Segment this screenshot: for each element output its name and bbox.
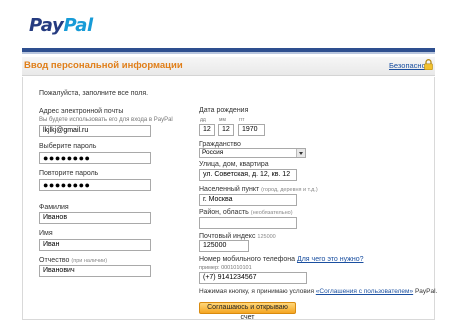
agreement-text-after: PayPal. <box>414 288 438 295</box>
logo-part-pal: Pal <box>63 15 93 36</box>
city-field[interactable]: г. Москва <box>199 194 297 206</box>
first-name-label: Имя <box>39 230 53 237</box>
birth-date-label: Дата рождения <box>199 107 249 114</box>
phone-example: пример: 0001010101 <box>199 265 252 271</box>
birth-year-field[interactable]: 1970 <box>238 124 265 136</box>
phone-label: Номер мобильного телефона Для чего это н… <box>199 256 363 263</box>
intro-text: Пожалуйста, заполните все поля. <box>39 90 149 97</box>
city-hint: (город, деревня и т.д.) <box>261 187 318 193</box>
citizenship-select[interactable]: Россия <box>199 148 306 158</box>
user-agreement-link[interactable]: «Соглашения с пользователем» <box>316 288 413 295</box>
middle-name-field[interactable]: Иванович <box>39 265 151 277</box>
chevron-down-icon <box>296 149 305 157</box>
phone-why-link[interactable]: Для чего это нужно? <box>297 256 364 263</box>
email-field[interactable]: lkjlkj@gmail.ru <box>39 125 151 137</box>
email-hint: Вы будете использовать его для входа в P… <box>39 117 173 123</box>
region-label: Район, область (необязательно) <box>199 209 293 216</box>
secure-link[interactable]: Безопасно <box>389 61 426 70</box>
agree-and-open-account-button[interactable]: Соглашаюсь и открываю счет <box>199 302 296 320</box>
page-title: Ввод персональной информации <box>24 60 183 71</box>
password-field[interactable]: ●●●●●●●● <box>39 152 151 164</box>
postal-label: Почтовый индекс 125000 <box>199 233 276 240</box>
postal-label-text: Почтовый индекс <box>199 233 256 240</box>
region-hint: (необязательно) <box>250 210 293 216</box>
last-name-field[interactable]: Иванов <box>39 212 151 224</box>
email-label: Адрес электронной почты <box>39 108 124 115</box>
agreement-text: Нажимая кнопку, я принимаю условия «Согл… <box>199 288 437 295</box>
paypal-logo: PayPal <box>29 15 93 36</box>
postal-hint: 125000 <box>257 234 276 240</box>
postal-field[interactable]: 125000 <box>199 240 249 252</box>
city-label-text: Населенный пункт <box>199 186 260 193</box>
region-field[interactable] <box>199 217 297 229</box>
password-label: Выберите пароль <box>39 143 97 150</box>
middle-name-label-text: Отчество <box>39 257 70 264</box>
birth-day-caption: дд <box>200 117 206 123</box>
phone-field[interactable]: (+7) 9141234567 <box>199 272 307 284</box>
middle-name-hint: (при наличии) <box>71 258 108 264</box>
birth-month-field[interactable]: 12 <box>218 124 234 136</box>
phone-label-text: Номер мобильного телефона <box>199 256 296 263</box>
citizenship-label: Гражданство <box>199 141 241 148</box>
street-field[interactable]: ул. Советская, д. 12, кв. 12 <box>199 169 297 181</box>
birth-month-caption: мм <box>219 117 226 123</box>
citizenship-value: Россия <box>202 149 224 156</box>
password-repeat-label: Повторите пароль <box>39 170 99 177</box>
logo-part-pay: Pay <box>29 15 64 36</box>
birth-day-field[interactable]: 12 <box>199 124 215 136</box>
top-divider-light <box>22 52 435 54</box>
city-label: Населенный пункт (город, деревня и т.д.) <box>199 186 318 193</box>
region-label-text: Район, область <box>199 209 249 216</box>
lock-icon <box>424 59 433 70</box>
agreement-text-before: Нажимая кнопку, я принимаю условия <box>199 288 314 295</box>
birth-year-caption: ггг <box>239 117 245 123</box>
first-name-field[interactable]: Иван <box>39 239 151 251</box>
middle-name-label: Отчество (при наличии) <box>39 257 107 264</box>
street-label: Улица, дом, квартира <box>199 161 269 168</box>
last-name-label: Фамилия <box>39 204 69 211</box>
password-repeat-field[interactable]: ●●●●●●●● <box>39 179 151 191</box>
